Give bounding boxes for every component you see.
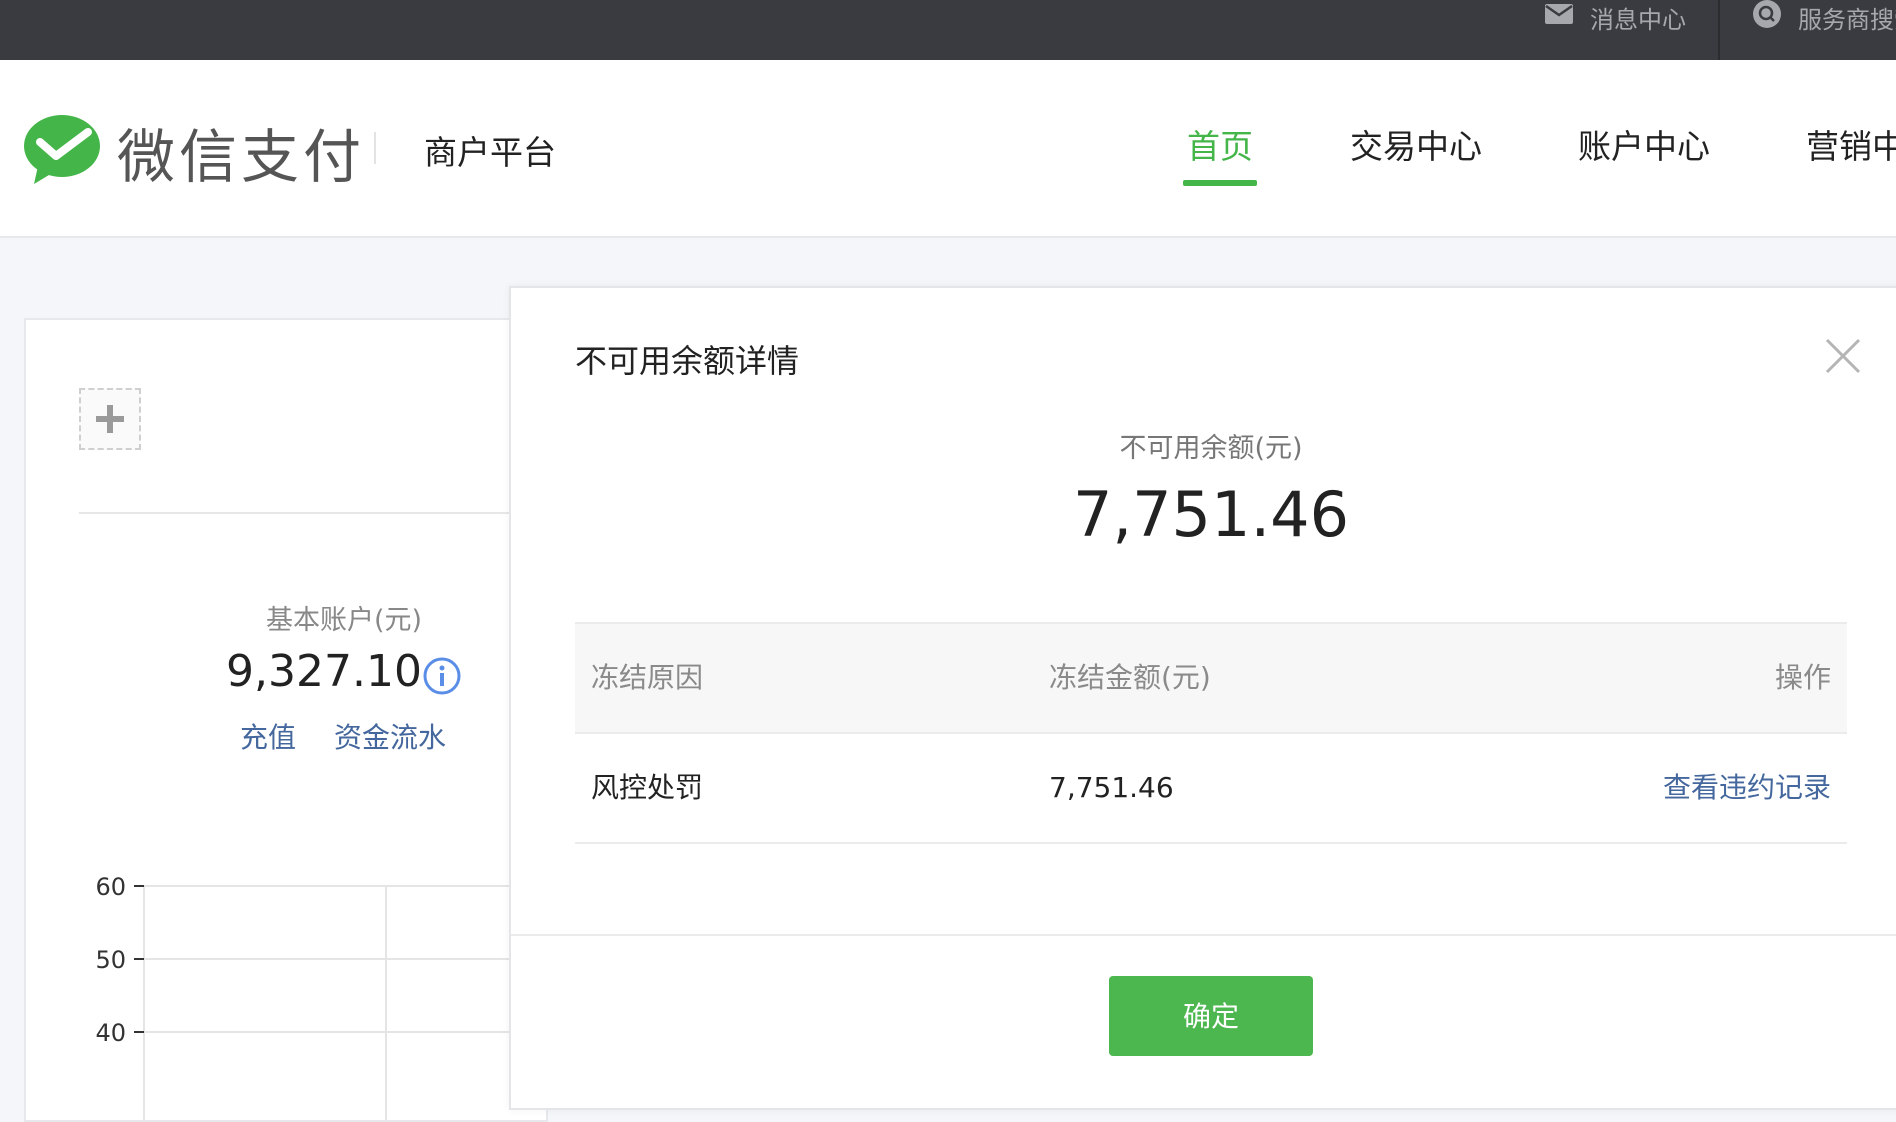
main-header: 微信支付 商户平台 首页 交易中心 账户中心 营销中心 xyxy=(0,60,1896,238)
top-bar: 消息中心 服务商搜索 xyxy=(0,0,1896,60)
unavailable-balance-label: 不可用余额(元) xyxy=(1119,433,1303,464)
header-freeze-amount: 冻结金额(元) xyxy=(1049,661,1211,694)
search-icon xyxy=(1752,0,1782,35)
nav-trade-center[interactable]: 交易中心 xyxy=(1350,120,1482,168)
merchant-platform-label: 商户平台 xyxy=(424,133,556,172)
unavailable-balance-modal: 不可用余额详情 不可用余额(元) 7,751.46 冻结原因 冻结金额(元) 操… xyxy=(509,286,1896,1110)
account-card: 基本账户(元) 9,327.10 充值 资金流水 60 50 40 xyxy=(24,318,549,1122)
freeze-table: 冻结原因 冻结金额(元) 操作 风控处罚 7,751.46 查看违约记录 xyxy=(575,622,1847,844)
service-search-label: 服务商搜索 xyxy=(1798,5,1896,34)
table-row: 风控处罚 7,751.46 查看违约记录 xyxy=(575,734,1847,844)
mail-icon xyxy=(1544,3,1574,31)
nav-account-center[interactable]: 账户中心 xyxy=(1578,120,1710,168)
topbar-divider xyxy=(1718,0,1720,60)
nav-marketing-center[interactable]: 营销中心 xyxy=(1806,120,1896,168)
modal-footer-divider xyxy=(511,934,1896,936)
header-separator xyxy=(374,132,376,164)
table-header: 冻结原因 冻结金额(元) 操作 xyxy=(575,622,1847,734)
message-center-link[interactable]: 消息中心 xyxy=(1544,0,1686,34)
service-search-link[interactable]: 服务商搜索 xyxy=(1752,0,1896,34)
nav-home[interactable]: 首页 xyxy=(1187,120,1253,168)
unavailable-balance-amount: 7,751.46 xyxy=(1072,478,1350,551)
wechat-pay-logo-icon xyxy=(24,114,104,190)
confirm-button[interactable]: 确定 xyxy=(1109,976,1313,1056)
view-violation-record-link[interactable]: 查看违约记录 xyxy=(1663,734,1831,842)
balance-chart: 60 50 40 xyxy=(95,873,546,1120)
freeze-amount: 7,751.46 xyxy=(1049,771,1174,804)
chart-tick-label: 60 xyxy=(95,873,126,901)
modal-title: 不可用余额详情 xyxy=(575,342,800,380)
brand-name: 微信支付 xyxy=(117,123,366,191)
header-action: 操作 xyxy=(1774,661,1831,694)
chart-tick-label: 50 xyxy=(95,946,126,974)
chart-tick-label: 40 xyxy=(95,1019,126,1047)
freeze-reason: 风控处罚 xyxy=(591,771,704,804)
nav-active-indicator xyxy=(1183,180,1257,186)
message-center-label: 消息中心 xyxy=(1590,5,1686,34)
header-freeze-reason: 冻结原因 xyxy=(591,661,704,694)
close-icon[interactable] xyxy=(1825,338,1861,378)
